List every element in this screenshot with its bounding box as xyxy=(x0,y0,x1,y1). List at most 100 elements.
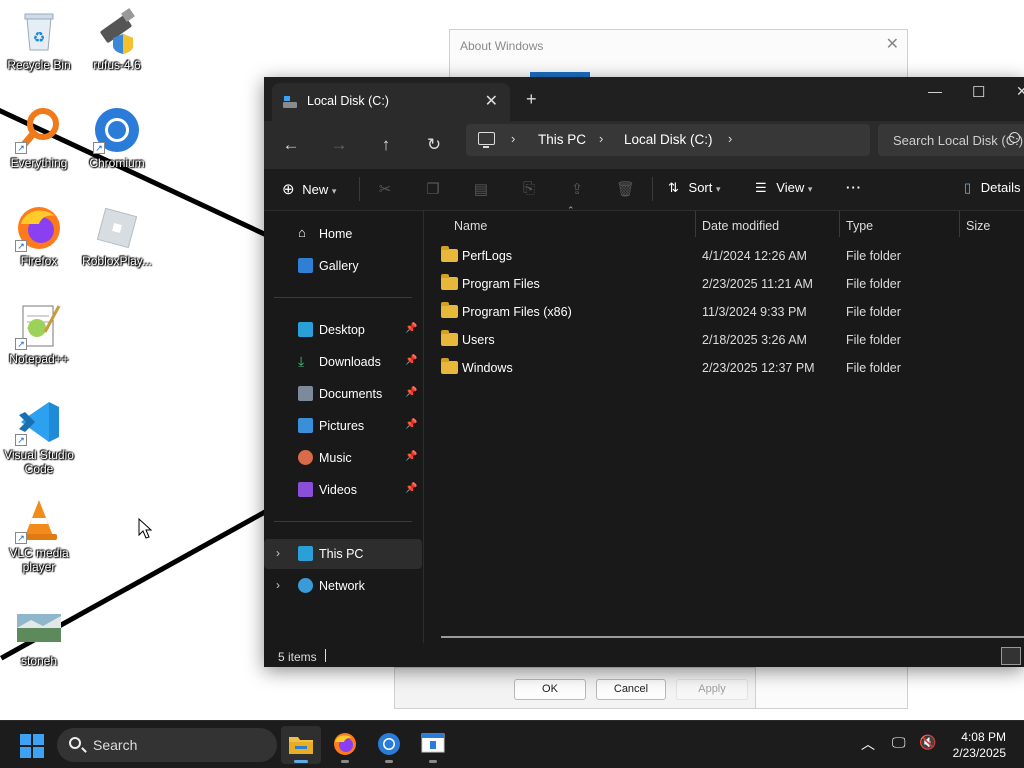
file-row-program-files-x86[interactable]: Program Files (x86) 11/3/2024 9:33 PM Fi… xyxy=(433,297,1013,325)
windows-start-icon[interactable] xyxy=(20,734,44,758)
sidebar-item-pictures[interactable]: Pictures 📌 xyxy=(264,411,422,441)
sidebar-item-home[interactable]: ⌂ Home xyxy=(264,219,422,249)
taskbar-about-windows[interactable] xyxy=(413,726,453,764)
chevron-right-icon[interactable]: › xyxy=(511,131,515,146)
taskbar-search-label: Search xyxy=(93,737,138,753)
desktop-icon-recycle-bin[interactable]: ♻ Recycle Bin xyxy=(0,8,78,72)
up-arrow-icon[interactable]: ↑ xyxy=(373,133,399,157)
breadcrumb-local-disk[interactable]: Local Disk (C:) xyxy=(624,132,713,147)
taskbar-file-explorer[interactable] xyxy=(281,726,321,764)
rename-icon[interactable]: ⎘ xyxy=(520,180,538,198)
breadcrumb-this-pc[interactable]: This PC xyxy=(538,132,586,147)
sidebar-item-label: Gallery xyxy=(319,259,359,273)
close-window-icon[interactable]: ✕ xyxy=(1016,83,1024,100)
search-input[interactable]: Search Local Disk (C:) xyxy=(893,133,1023,148)
view-button[interactable]: ☰ View ▾ xyxy=(755,180,812,196)
details-view-toggle-icon[interactable] xyxy=(1001,647,1021,665)
desktop-icon-roblox-player[interactable]: RobloxPlay... xyxy=(78,204,156,268)
breadcrumb[interactable]: › This PC › Local Disk (C:) › xyxy=(466,124,870,156)
sidebar-item-videos[interactable]: Videos 📌 xyxy=(264,475,422,505)
back-arrow-icon[interactable]: ← xyxy=(278,133,304,157)
desktop-icon-everything[interactable]: ↗ Everything xyxy=(0,106,78,170)
file-row-users[interactable]: Users 2/18/2025 3:26 AM File folder xyxy=(433,325,1013,353)
sidebar-item-network[interactable]: › Network xyxy=(264,571,422,601)
view-button-label: View xyxy=(776,180,805,195)
sidebar-item-documents[interactable]: Documents 📌 xyxy=(264,379,422,409)
desktop-icon-notepad-plus-plus[interactable]: ↗ Notepad++ xyxy=(0,302,78,366)
taskbar-firefox[interactable] xyxy=(325,726,365,764)
details-button[interactable]: ▯ Details xyxy=(964,180,1021,196)
pin-icon[interactable]: 📌 xyxy=(405,323,417,334)
pictures-icon xyxy=(298,418,313,433)
column-divider[interactable] xyxy=(695,211,696,237)
column-divider[interactable] xyxy=(839,211,840,237)
document-icon xyxy=(298,386,313,401)
desktop-icon-label: Recycle Bin xyxy=(7,58,71,72)
pin-icon[interactable]: 📌 xyxy=(405,419,417,430)
minimize-icon[interactable]: — xyxy=(928,83,942,99)
usb-drive-icon xyxy=(93,8,141,56)
desktop-icon-rufus[interactable]: rufus-4.6 xyxy=(78,8,156,72)
ok-button[interactable]: OK xyxy=(514,679,586,700)
desktop-icon-chromium[interactable]: ↗ Chromium xyxy=(78,106,156,170)
chevron-right-icon[interactable]: › xyxy=(728,131,732,146)
paste-icon[interactable]: ▤ xyxy=(472,180,490,198)
folder-icon xyxy=(441,302,458,318)
desktop-icon-vlc[interactable]: ↗ VLC media player xyxy=(0,496,78,574)
sidebar-item-desktop[interactable]: Desktop 📌 xyxy=(264,315,422,345)
sidebar-item-music[interactable]: Music 📌 xyxy=(264,443,422,473)
refresh-icon[interactable]: ↻ xyxy=(421,133,447,157)
pin-icon[interactable]: 📌 xyxy=(405,451,417,462)
apply-button[interactable]: Apply xyxy=(676,679,748,700)
taskbar-chromium[interactable] xyxy=(369,726,409,764)
pin-icon[interactable]: 📌 xyxy=(405,387,417,398)
file-row-windows[interactable]: Windows 2/23/2025 12:37 PM File folder xyxy=(433,353,1013,381)
search-box[interactable]: Search Local Disk (C:) xyxy=(878,124,1024,156)
delete-icon[interactable]: 🗑 xyxy=(616,180,635,198)
desktop-icon-firefox[interactable]: ↗ Firefox xyxy=(0,204,78,268)
pin-icon[interactable]: 📌 xyxy=(405,355,417,366)
roblox-icon xyxy=(93,204,141,252)
file-row-perflogs[interactable]: PerfLogs 4/1/2024 12:26 AM File folder xyxy=(433,241,1013,269)
column-divider[interactable] xyxy=(959,211,960,237)
column-header-name[interactable]: Name xyxy=(454,219,487,233)
file-row-program-files[interactable]: Program Files 2/23/2025 11:21 AM File fo… xyxy=(433,269,1013,297)
desktop-icon-stoneh[interactable]: stoneh xyxy=(0,604,78,668)
share-icon[interactable]: ⇪ xyxy=(568,180,586,198)
more-options-icon[interactable]: ··· xyxy=(846,180,862,195)
desktop-icon-vs-code[interactable]: ↗ Visual Studio Code xyxy=(0,398,78,476)
taskbar-clock[interactable]: 4:08 PM 2/23/2025 xyxy=(944,729,1006,761)
file-list: ⌃ Name Date modified Type Size PerfLogs … xyxy=(425,205,1024,643)
tab-local-disk[interactable]: Local Disk (C:) ✕ xyxy=(272,83,510,121)
chevron-right-icon[interactable]: › xyxy=(276,546,280,560)
drive-icon xyxy=(283,96,297,108)
cancel-button[interactable]: Cancel xyxy=(596,679,666,700)
column-header-date-modified[interactable]: Date modified xyxy=(702,219,779,233)
close-tab-icon[interactable]: ✕ xyxy=(485,91,498,111)
maximize-icon[interactable]: ☐ xyxy=(972,83,985,101)
file-date: 11/3/2024 9:33 PM xyxy=(702,305,807,319)
close-icon[interactable]: ✕ xyxy=(886,34,899,54)
chevron-up-icon[interactable]: ︿ xyxy=(861,734,875,754)
file-type: File folder xyxy=(846,277,901,291)
desktop-icon-label: Everything xyxy=(10,156,68,170)
column-header-size[interactable]: Size xyxy=(966,219,990,233)
column-header-type[interactable]: Type xyxy=(846,219,873,233)
sidebar-item-downloads[interactable]: ⤓ Downloads 📌 xyxy=(264,347,422,377)
new-tab-icon[interactable]: + xyxy=(526,89,537,110)
new-button[interactable]: ⊕ New ▾ xyxy=(282,180,336,198)
sidebar-item-this-pc[interactable]: › This PC xyxy=(264,539,422,569)
taskbar-search[interactable]: Search xyxy=(57,728,277,762)
copy-icon[interactable]: ❐ xyxy=(424,180,442,198)
chevron-right-icon[interactable]: › xyxy=(276,578,280,592)
pin-icon[interactable]: 📌 xyxy=(405,483,417,494)
forward-arrow-icon[interactable]: → xyxy=(326,133,352,157)
horizontal-scrollbar[interactable] xyxy=(441,636,1024,638)
cut-icon[interactable]: ✂ xyxy=(376,180,394,198)
sort-button[interactable]: ⇅ Sort ▾ xyxy=(668,180,721,196)
volume-muted-icon[interactable]: 🔇 xyxy=(919,734,936,751)
network-status-icon[interactable]: 🖵 xyxy=(892,734,906,751)
chevron-right-icon[interactable]: › xyxy=(599,131,603,146)
sidebar-item-label: Videos xyxy=(319,483,357,497)
sidebar-item-gallery[interactable]: Gallery xyxy=(264,251,422,281)
